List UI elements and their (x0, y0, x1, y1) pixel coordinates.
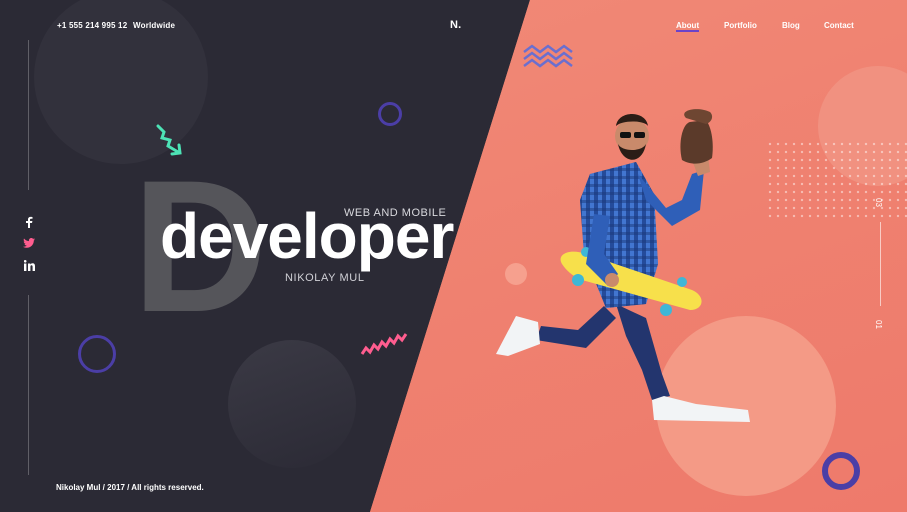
decor-ring-small (378, 102, 402, 126)
decor-ring-left (78, 335, 116, 373)
nav-portfolio[interactable]: Portfolio (724, 21, 757, 30)
logo[interactable]: N. (450, 19, 461, 31)
facebook-icon[interactable] (22, 215, 36, 229)
slider-total: 03 (873, 198, 883, 207)
decor-circle-bottom (228, 340, 356, 468)
nav-blog[interactable]: Blog (782, 21, 800, 30)
slider-current: 01 (873, 320, 883, 329)
footer-copyright: Nikolay Mul / 2017 / All rights reserved… (56, 483, 204, 492)
region-label: Worldwide (133, 21, 176, 30)
twitter-icon[interactable] (22, 236, 36, 250)
decor-ring-coral (822, 452, 860, 490)
hero-person-image (496, 109, 750, 422)
decor-pink-zigzag (360, 333, 408, 355)
linkedin-icon[interactable] (22, 258, 36, 272)
slider-track (880, 222, 881, 306)
hero-name: NIKOLAY MUL (285, 272, 365, 284)
nav-about[interactable]: About (676, 21, 700, 32)
left-divider-bottom (28, 295, 29, 475)
nav-contact[interactable]: Contact (824, 21, 854, 30)
left-divider-top (28, 40, 29, 190)
hero-headline: developer (160, 200, 454, 272)
decor-dot-grid (766, 140, 907, 218)
decor-squiggle-lines (523, 44, 573, 68)
phone-number[interactable]: +1 555 214 995 12 (57, 21, 127, 30)
